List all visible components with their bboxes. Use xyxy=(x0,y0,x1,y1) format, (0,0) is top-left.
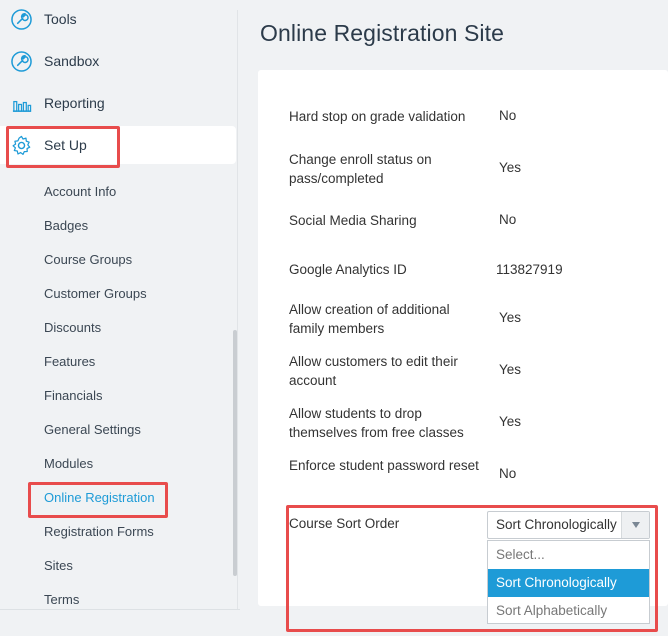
nav-item-label: Reporting xyxy=(44,95,105,111)
chevron-down-icon xyxy=(632,522,640,528)
sidebar-item-customer-groups[interactable]: Customer Groups xyxy=(44,286,147,301)
setting-value: 113827919 xyxy=(496,262,563,277)
dropdown-toggle[interactable] xyxy=(621,512,649,538)
setting-label: Allow students to drop themselves from f… xyxy=(289,406,464,440)
setting-value: Yes xyxy=(499,310,522,325)
sidebar-item-badges[interactable]: Badges xyxy=(44,218,88,233)
wrench-icon xyxy=(11,9,32,30)
page-title: Online Registration Site xyxy=(260,20,505,46)
sidebar-divider xyxy=(237,10,238,610)
wrench-icon xyxy=(11,51,32,72)
setting-value: Yes xyxy=(499,362,522,377)
sidebar-item-sites[interactable]: Sites xyxy=(44,558,73,573)
sidebar-item-financials[interactable]: Financials xyxy=(44,388,103,403)
nav-item-tools[interactable]: Tools xyxy=(0,0,236,38)
sort-order-select[interactable]: Sort Chronologically xyxy=(487,511,650,539)
sidebar-item-online-registration[interactable]: Online Registration xyxy=(44,490,155,505)
setting-value: No xyxy=(499,466,517,481)
option-select[interactable]: Select... xyxy=(488,541,649,569)
setting-label: Allow creation of additional family memb… xyxy=(289,302,450,336)
sidebar-item-course-groups[interactable]: Course Groups xyxy=(44,252,132,267)
sidebar-item-features[interactable]: Features xyxy=(44,354,95,369)
setting-label: Allow customers to edit their account xyxy=(289,354,458,388)
sidebar-item-discounts[interactable]: Discounts xyxy=(44,320,101,335)
bar-chart-icon xyxy=(12,100,32,112)
setting-label: Change enroll status on pass/completed xyxy=(289,152,432,186)
setting-label: Google Analytics ID xyxy=(289,262,407,277)
option-sort-alphabetically[interactable]: Sort Alphabetically xyxy=(488,597,649,625)
setting-label: Hard stop on grade validation xyxy=(289,109,466,124)
clipped-setting-label xyxy=(289,56,293,70)
sidebar-item-account-info[interactable]: Account Info xyxy=(44,184,116,199)
sidebar-scrollbar[interactable] xyxy=(233,330,237,576)
sort-order-dropdown: Select... Sort Chronologically Sort Alph… xyxy=(487,540,650,624)
setting-value: No xyxy=(499,212,517,227)
sidebar: Tools Sandbox Reporting Set Up Account I… xyxy=(0,0,240,636)
setting-label: Enforce student password reset xyxy=(289,458,479,473)
sidebar-item-terms[interactable]: Terms xyxy=(44,592,79,607)
sort-order-label: Course Sort Order xyxy=(289,516,400,531)
nav-item-reporting[interactable]: Reporting xyxy=(0,84,236,122)
gear-icon xyxy=(12,135,31,155)
nav-item-setup[interactable]: Set Up xyxy=(0,126,236,164)
sidebar-item-registration-forms[interactable]: Registration Forms xyxy=(44,524,154,539)
nav-item-label: Sandbox xyxy=(44,53,100,69)
setting-value: Yes xyxy=(499,414,522,429)
sort-order-selected-value: Sort Chronologically xyxy=(496,517,617,532)
nav-item-label: Tools xyxy=(44,11,77,27)
sidebar-divider xyxy=(0,609,240,610)
setting-label: Social Media Sharing xyxy=(289,213,417,228)
option-sort-chronologically[interactable]: Sort Chronologically xyxy=(488,569,649,597)
nav-item-label: Set Up xyxy=(44,137,87,153)
sidebar-item-modules[interactable]: Modules xyxy=(44,456,93,471)
setting-value: Yes xyxy=(499,160,522,175)
nav-item-sandbox[interactable]: Sandbox xyxy=(0,42,236,80)
setting-value: No xyxy=(499,108,517,123)
sidebar-item-general-settings[interactable]: General Settings xyxy=(44,422,141,437)
